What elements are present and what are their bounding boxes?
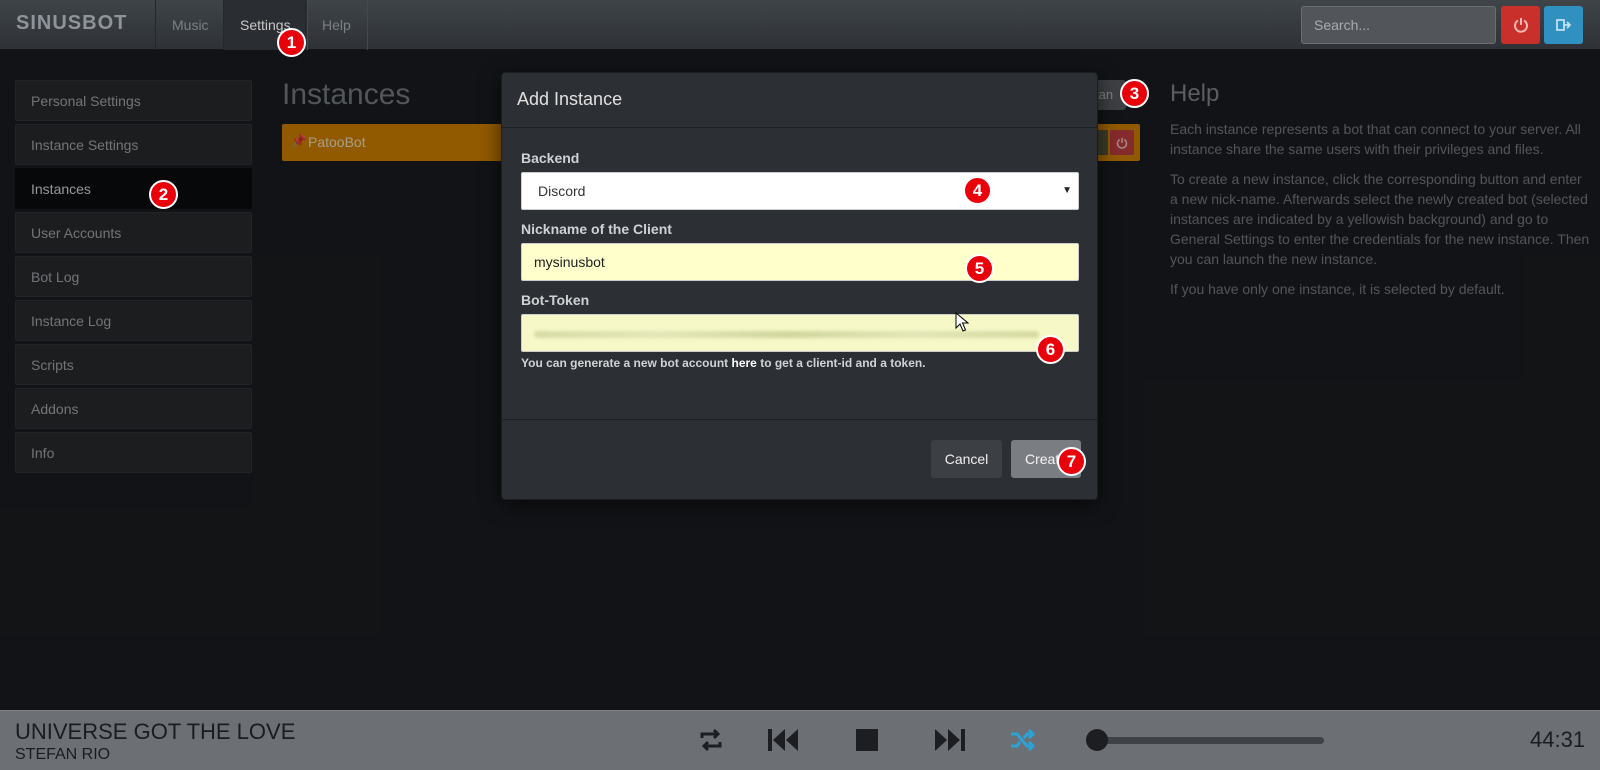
search-input[interactable] xyxy=(1301,6,1496,44)
song-artist: STEFAN RIO xyxy=(15,746,111,763)
shuffle-icon xyxy=(1011,728,1036,752)
add-instance-dialog: Add Instance Backend Discord ▼ Nickname … xyxy=(501,72,1098,500)
progress-knob[interactable] xyxy=(1086,729,1108,751)
caret-down-icon: ▼ xyxy=(1062,185,1072,196)
stop-icon xyxy=(856,729,878,751)
modal-title: Add Instance xyxy=(517,89,623,109)
step-badge-3: 3 xyxy=(1120,79,1149,108)
shuffle-button[interactable] xyxy=(1008,723,1038,757)
skip-back-icon xyxy=(768,729,798,751)
nickname-input[interactable] xyxy=(521,243,1079,281)
song-title: UNIVERSE GOT THE LOVE xyxy=(15,719,296,744)
nav-help[interactable]: Help xyxy=(305,0,368,50)
logout-button[interactable] xyxy=(1544,6,1583,44)
top-navbar: SINUSBOT Music Settings Help xyxy=(0,0,1600,50)
player-bar: UNIVERSE GOT THE LOVE STEFAN RIO 44:31 xyxy=(0,710,1600,770)
track-time: 44:31 xyxy=(1530,727,1586,752)
nav-music[interactable]: Music xyxy=(155,0,226,50)
nickname-label: Nickname of the Client xyxy=(521,221,672,237)
step-badge-7: 7 xyxy=(1057,447,1086,476)
modal-body: Backend Discord ▼ Nickname of the Client… xyxy=(502,128,1097,420)
skip-forward-icon xyxy=(935,729,965,751)
next-button[interactable] xyxy=(932,723,968,757)
stop-button[interactable] xyxy=(855,723,879,757)
backend-select[interactable]: Discord ▼ xyxy=(521,172,1079,210)
redacted-token-value xyxy=(534,331,1039,338)
repeat-icon xyxy=(700,728,722,752)
cancel-button[interactable]: Cancel xyxy=(931,440,1002,478)
token-help-text: You can generate a new bot account here … xyxy=(521,356,926,370)
step-badge-6: 6 xyxy=(1036,335,1065,364)
step-badge-2: 2 xyxy=(149,180,178,209)
power-icon xyxy=(1513,18,1528,33)
logout-icon xyxy=(1555,19,1571,31)
modal-header: Add Instance xyxy=(502,73,1097,128)
token-label: Bot-Token xyxy=(521,292,590,308)
step-badge-4: 4 xyxy=(963,176,992,205)
brand-logo[interactable]: SINUSBOT xyxy=(16,12,127,35)
power-button[interactable] xyxy=(1501,6,1540,44)
bot-token-input[interactable] xyxy=(521,314,1079,352)
backend-label: Backend xyxy=(521,150,580,166)
progress-slider[interactable] xyxy=(1090,737,1324,744)
generate-bot-link[interactable]: here xyxy=(732,356,757,370)
previous-button[interactable] xyxy=(765,723,801,757)
step-badge-5: 5 xyxy=(965,254,994,283)
mouse-cursor-icon xyxy=(955,312,969,332)
step-badge-1: 1 xyxy=(277,28,306,57)
modal-footer: Cancel Create xyxy=(502,420,1097,500)
backend-selected-value: Discord xyxy=(538,183,586,199)
repeat-button[interactable] xyxy=(695,723,727,757)
